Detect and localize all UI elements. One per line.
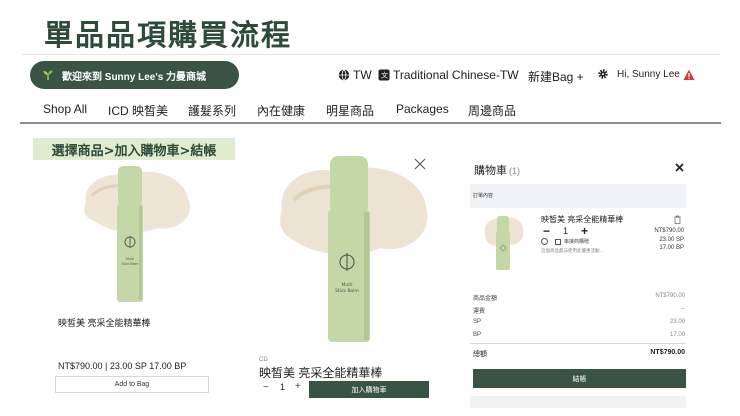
cart-title-text: 購物車	[474, 165, 507, 177]
product-name[interactable]: 映皙美 亮采全能精華棒	[58, 316, 151, 329]
summary-value: NT$790.00	[655, 293, 685, 299]
cart-item-image	[484, 216, 524, 270]
add-to-bag-button[interactable]: Add to Bag	[55, 376, 209, 393]
sprout-icon	[43, 70, 53, 80]
modal-product-name: 映皙美 亮采全能精華棒	[259, 366, 383, 378]
nav-hair-care[interactable]: 護髮系列	[188, 102, 236, 119]
svg-text:Stick Balm: Stick Balm	[335, 288, 359, 294]
summary-label: 商品金額	[473, 296, 498, 302]
welcome-pill: 歡迎來到 Sunny Lee's 力曼商城	[30, 61, 239, 89]
new-bag-button[interactable]: 新建Bag +	[528, 68, 584, 85]
language-selector[interactable]: 文 Traditional Chinese-TW	[378, 68, 519, 82]
nav-star-products[interactable]: 明星商品	[326, 102, 374, 119]
region-selector[interactable]: TW	[338, 68, 372, 82]
total-value: NT$790.00	[650, 349, 685, 356]
summary-value: 17.00	[669, 332, 685, 338]
svg-text:Stick Balm: Stick Balm	[122, 262, 139, 266]
summary-label: BP	[473, 332, 482, 338]
summary-value: 23.00	[669, 319, 685, 325]
svg-text:Multi: Multi	[342, 282, 353, 288]
summary-value: --	[681, 306, 685, 312]
cart-count: (1)	[509, 166, 520, 176]
total-label: 總額	[473, 351, 487, 358]
nav-packages[interactable]: Packages	[396, 102, 449, 116]
order-contents-label: 訂單內容	[473, 193, 494, 199]
summary-label: 運費	[473, 309, 486, 315]
svg-text:Multi: Multi	[126, 257, 134, 261]
modal-qty-value[interactable]: 1	[280, 382, 285, 392]
gift-checkbox[interactable]	[555, 238, 561, 245]
account-menu[interactable]: Hi, Sunny Lee	[597, 68, 680, 80]
region-label: TW	[353, 68, 372, 82]
cart-close-icon[interactable]	[675, 163, 684, 172]
cart-item-price: NT$790.00	[654, 228, 684, 234]
cart-qty-minus-button[interactable]: −	[543, 224, 550, 238]
modal-product-image: Multi Stick Balm	[280, 156, 428, 342]
new-bag-label: 新建Bag +	[528, 70, 584, 84]
translate-icon: 文	[378, 69, 390, 81]
modal-brand: CD	[259, 357, 268, 363]
language-label: Traditional Chinese-TW	[393, 68, 519, 82]
nav-inner-health[interactable]: 內在健康	[257, 102, 305, 119]
globe-icon	[338, 69, 350, 81]
summary-label: SP	[473, 319, 482, 325]
cart-title: 購物車 (1)	[474, 162, 520, 178]
nav-shop-all[interactable]: Shop All	[43, 102, 87, 116]
gift-label: 串接商購贈	[564, 239, 590, 245]
greeting-text: Hi, Sunny Lee	[617, 68, 680, 80]
modal-qty-plus-button[interactable]: +	[295, 381, 301, 392]
cart-qty-value[interactable]: 1	[563, 226, 568, 236]
product-image[interactable]: Multi Stick Balm	[78, 162, 198, 304]
cart-item-bp: 17.00 BP	[659, 245, 684, 251]
nav-merchandise[interactable]: 周邊商品	[468, 102, 516, 119]
order-contents-header: 訂單內容	[470, 184, 686, 208]
steps-banner: 選擇商品>加入購物車>結帳	[33, 138, 235, 160]
header-divider	[22, 54, 720, 55]
cart-qty-plus-button[interactable]: +	[581, 224, 588, 238]
page-title: 單品品項購買流程	[44, 18, 293, 52]
refresh-icon	[541, 238, 548, 245]
cart-item-sp: 23.00 SP	[659, 237, 684, 243]
checkout-button[interactable]: 結帳	[473, 369, 686, 388]
add-to-cart-button[interactable]: 加入購物車	[309, 381, 429, 398]
modal-qty-minus-button[interactable]: −	[263, 382, 269, 393]
cart-footer	[470, 396, 686, 408]
gift-option[interactable]: 串接商購贈	[541, 238, 589, 245]
svg-text:文: 文	[381, 71, 388, 80]
cart-item-note: 這個商品無法使用此優惠活動...	[541, 248, 604, 253]
nav-divider	[20, 122, 721, 124]
trash-icon[interactable]	[674, 215, 681, 224]
welcome-text: 歡迎來到 Sunny Lee's 力曼商城	[62, 71, 207, 83]
nav-icd[interactable]: ICD 映皙美	[108, 102, 168, 119]
gear-icon	[598, 69, 608, 79]
product-price: NT$790.00 | 23.00 SP 17.00 BP	[58, 361, 187, 371]
warning-icon[interactable]	[683, 69, 695, 81]
summary-divider	[470, 343, 686, 344]
